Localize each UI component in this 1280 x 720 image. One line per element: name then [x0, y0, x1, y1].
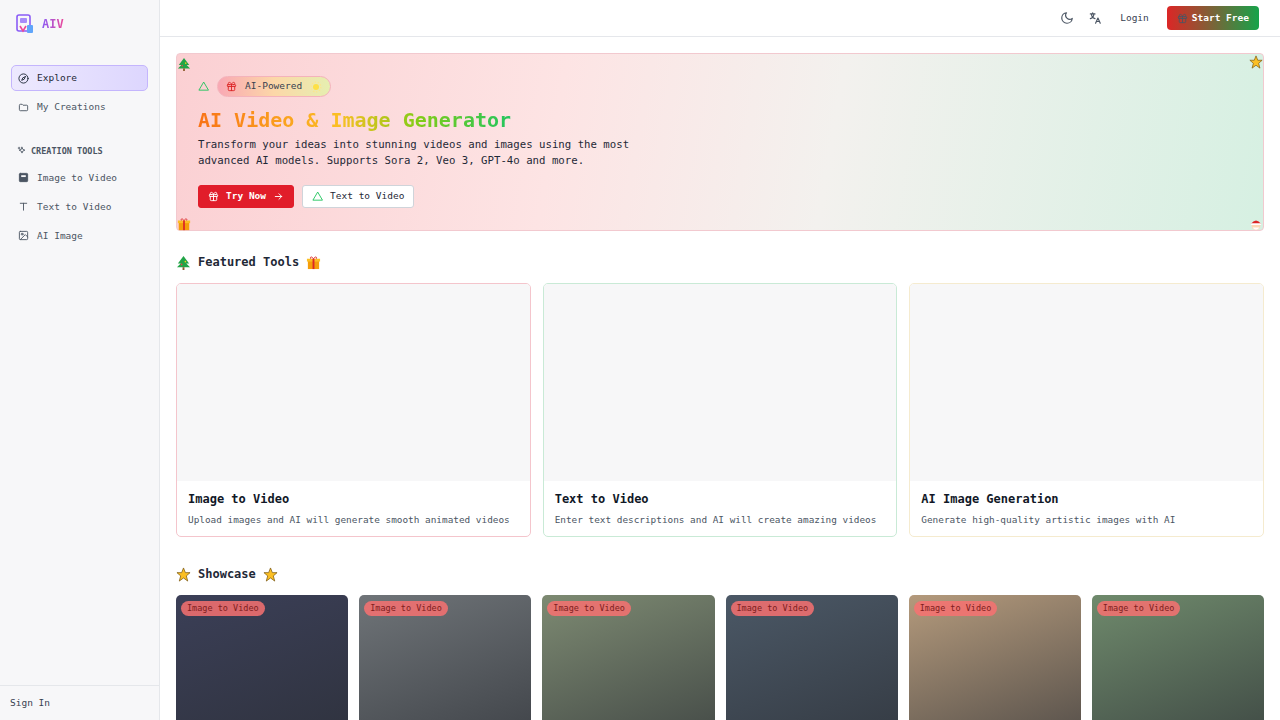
language-toggle[interactable] [1088, 11, 1102, 25]
content: AI-Powered AI Video & Image Generator Tran… [160, 37, 1280, 720]
star-icon [176, 567, 191, 582]
try-now-button[interactable]: Try Now [198, 185, 294, 208]
hero-description: Transform your ideas into stunning video… [198, 137, 643, 169]
gift-icon [208, 191, 219, 202]
sidebar-item[interactable]: Explore [11, 65, 148, 91]
sidebar-item-label: Text to Video [37, 200, 111, 214]
text-to-video-button[interactable]: Text to Video [302, 185, 414, 208]
moon-icon [1060, 11, 1074, 25]
gift-icon [306, 255, 321, 270]
tool-description: Upload images and AI will generate smoot… [188, 513, 520, 526]
triangle-icon [312, 191, 323, 202]
showcase-item[interactable]: Image to Video [726, 595, 898, 720]
hero-banner: AI-Powered AI Video & Image Generator Tran… [176, 53, 1264, 231]
sidebar-item-label: My Creations [37, 100, 106, 114]
star-icon [1249, 55, 1263, 69]
featured-header: Featured Tools [176, 253, 1264, 271]
sidebar: AIV Explore My Creations CREATION TOOLS Ima… [0, 0, 160, 720]
tool-card[interactable]: Text to Video Enter text descriptions and… [543, 283, 898, 537]
tool-preview [177, 284, 530, 481]
translate-icon [1088, 11, 1102, 25]
folder-icon [18, 102, 29, 113]
start-free-label: Start Free [1192, 11, 1249, 25]
section-header: CREATION TOOLS [11, 145, 148, 158]
sign-in-link[interactable]: Sign In [10, 696, 50, 710]
sun-icon [310, 81, 322, 93]
sidebar-footer: Sign In [0, 685, 159, 720]
ai-badge-label: AI-Powered [245, 79, 302, 93]
triangle-icon [198, 81, 209, 92]
section-title: Showcase [198, 565, 256, 583]
tool-card[interactable]: Image to Video Upload images and AI will … [176, 283, 531, 537]
sidebar-item-label: AI Image [37, 229, 83, 243]
tool-card[interactable]: AI Image Generation Generate high-quality… [909, 283, 1264, 537]
showcase-item[interactable]: Image to Video [909, 595, 1081, 720]
showcase-header: Showcase [176, 565, 1264, 583]
showcase-badge: Image to Video [731, 601, 815, 616]
showcase-badge: Image to Video [364, 601, 448, 616]
image-icon [18, 230, 29, 241]
button-label: Text to Video [330, 189, 404, 203]
button-label: Try Now [226, 189, 266, 203]
arrow-icon [273, 191, 284, 202]
theme-toggle[interactable] [1060, 11, 1074, 25]
top-bar: Login Start Free [160, 0, 1280, 37]
star-icon [263, 567, 278, 582]
tree-icon [177, 57, 191, 71]
showcase-badge: Image to Video [914, 601, 998, 616]
sidebar-item[interactable]: My Creations [11, 94, 148, 120]
sidebar-item-label: Explore [37, 71, 77, 85]
tool-description: Generate high-quality artistic images wi… [921, 513, 1253, 526]
showcase-item[interactable]: Image to Video [542, 595, 714, 720]
logo-icon [16, 14, 34, 34]
gift-icon [226, 81, 237, 92]
showcase-badge: Image to Video [547, 601, 631, 616]
logo[interactable]: AIV [0, 0, 159, 47]
showcase-item[interactable]: Image to Video [1092, 595, 1264, 720]
tool-title: Image to Video [188, 491, 520, 507]
gift-icon [177, 217, 191, 231]
sidebar-item-label: Image to Video [37, 171, 117, 185]
sparkles-icon [17, 146, 27, 156]
logo-text: AIV [42, 15, 64, 33]
showcase-badge: Image to Video [181, 601, 265, 616]
section-title: Featured Tools [198, 253, 299, 271]
tool-description: Enter text descriptions and AI will crea… [555, 513, 887, 526]
showcase-item[interactable]: Image to Video [359, 595, 531, 720]
hero-title: AI Video & Image Generator [198, 107, 511, 133]
compass-icon [18, 73, 29, 84]
sidebar-item[interactable]: AI Image [11, 223, 148, 249]
ai-badge: AI-Powered [217, 76, 331, 97]
film-icon [18, 172, 29, 183]
showcase-item[interactable]: Image to Video [176, 595, 348, 720]
tree-icon [176, 255, 191, 270]
tool-preview [544, 284, 897, 481]
sidebar-item[interactable]: Text to Video [11, 194, 148, 220]
section-label: CREATION TOOLS [31, 145, 103, 158]
tool-preview [910, 284, 1263, 481]
tool-title: AI Image Generation [921, 491, 1253, 507]
login-button[interactable]: Login [1116, 11, 1153, 25]
gift-icon [1177, 13, 1188, 24]
sidebar-nav: Explore My Creations CREATION TOOLS Image t… [0, 47, 159, 249]
start-free-button[interactable]: Start Free [1167, 6, 1259, 30]
sidebar-item[interactable]: Image to Video [11, 165, 148, 191]
text-icon [18, 201, 29, 212]
showcase-badge: Image to Video [1097, 601, 1181, 616]
santa-icon [1249, 217, 1263, 231]
tool-title: Text to Video [555, 491, 887, 507]
